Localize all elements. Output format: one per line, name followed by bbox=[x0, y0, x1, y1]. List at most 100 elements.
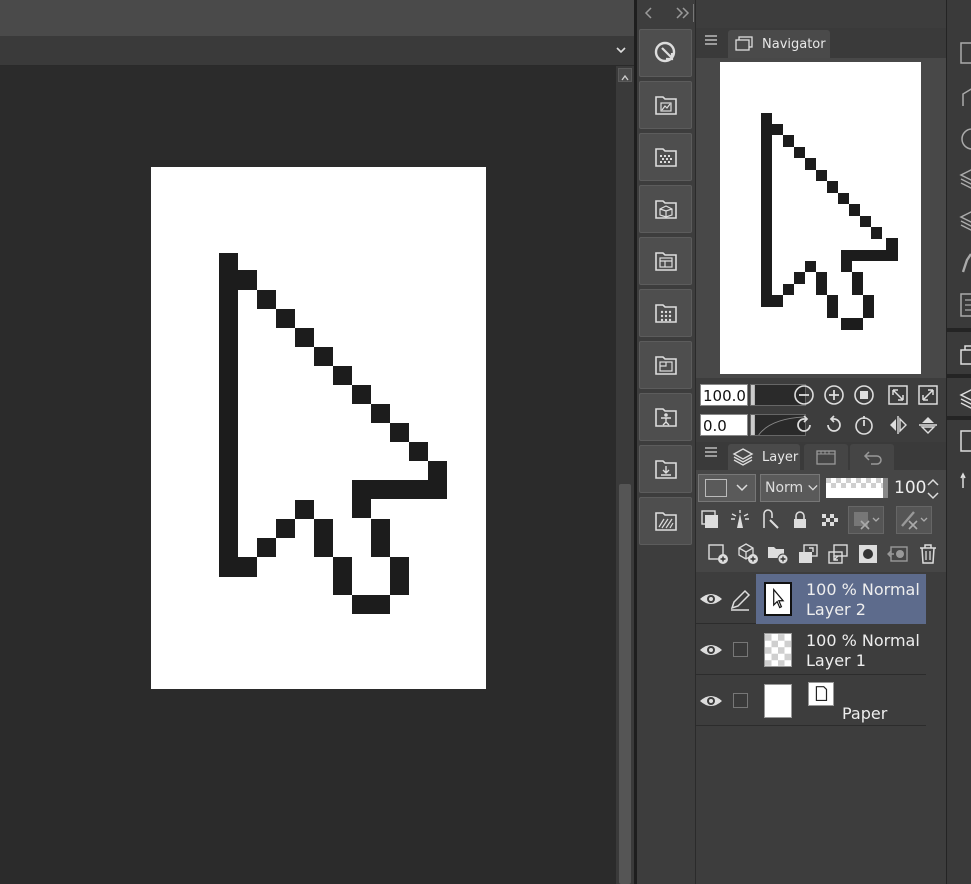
pixel-cursor-drawing bbox=[219, 253, 447, 614]
layer-row-paper[interactable]: Paper bbox=[696, 676, 926, 726]
material-pattern-palette-icon[interactable] bbox=[639, 289, 692, 337]
sub-view-palette-icon[interactable] bbox=[639, 81, 692, 129]
lock-layer-icon[interactable] bbox=[788, 508, 812, 532]
layer-tab-label: Layer bbox=[762, 449, 799, 465]
sub-tool-detail-icon[interactable] bbox=[959, 40, 971, 66]
opacity-slider[interactable] bbox=[826, 478, 888, 498]
material-download-palette-icon[interactable] bbox=[639, 445, 692, 493]
navigator-preview[interactable] bbox=[720, 62, 921, 374]
layer-property-icon[interactable] bbox=[959, 428, 971, 454]
chevron-down-icon[interactable] bbox=[614, 41, 628, 59]
layer-stack-icon[interactable] bbox=[959, 386, 971, 412]
scroll-up-icon[interactable] bbox=[618, 68, 632, 82]
clip-to-layer-below-icon[interactable] bbox=[698, 508, 722, 532]
layer-row-layer-2[interactable]: 100 % Normal Layer 2 bbox=[696, 574, 926, 624]
strip-divider bbox=[947, 374, 971, 378]
canvas-title-bar bbox=[0, 0, 634, 36]
layer-toolbar: Norm 100 bbox=[696, 470, 946, 572]
navigator-controls: 100.0 0.0 bbox=[696, 378, 946, 440]
layer-info[interactable]: Paper bbox=[756, 676, 926, 726]
flip-horizontal-icon[interactable] bbox=[886, 413, 910, 437]
tab-layer[interactable]: Layer bbox=[728, 444, 800, 470]
new-vector-layer-icon[interactable] bbox=[736, 542, 760, 566]
rotate-left-icon[interactable] bbox=[792, 413, 816, 437]
layer-info[interactable]: 100 % Normal Layer 2 bbox=[756, 574, 926, 624]
layers-icon[interactable] bbox=[959, 166, 971, 192]
eye-icon[interactable] bbox=[698, 689, 724, 713]
layer-info[interactable]: 100 % Normal Layer 1 bbox=[756, 625, 926, 675]
tab-animation[interactable] bbox=[804, 444, 848, 470]
hamburger-menu-icon[interactable] bbox=[704, 34, 718, 49]
layer-thumbnail bbox=[764, 582, 792, 616]
opacity-value[interactable]: 100 bbox=[894, 478, 926, 498]
tab-history[interactable] bbox=[850, 444, 894, 470]
navigator-palette-icon[interactable] bbox=[639, 29, 692, 77]
rotate-value-field[interactable]: 0.0 bbox=[700, 414, 748, 436]
navigator-body bbox=[696, 58, 946, 378]
transparent-layer-thumbnail bbox=[764, 633, 792, 667]
reset-rotation-icon[interactable] bbox=[852, 413, 876, 437]
draft-layer-icon[interactable] bbox=[758, 508, 782, 532]
opacity-stepper[interactable] bbox=[926, 476, 940, 502]
strip-divider bbox=[947, 328, 971, 332]
zoom-value-field[interactable]: 100.0 bbox=[700, 384, 748, 406]
material-texture-palette-icon[interactable] bbox=[639, 497, 692, 545]
layer-color-swatch bbox=[705, 479, 727, 497]
navigator-alt-icon[interactable] bbox=[959, 344, 971, 370]
paper-layer-thumbnail bbox=[764, 684, 792, 718]
fit-to-navigator-icon[interactable] bbox=[916, 383, 940, 407]
merge-with-layer-below-icon[interactable] bbox=[826, 542, 850, 566]
tab-navigator[interactable]: Navigator bbox=[728, 30, 830, 58]
material-frame-palette-icon[interactable] bbox=[639, 341, 692, 389]
ruler-disable-button[interactable] bbox=[896, 506, 932, 534]
navigator-palette-header: Navigator bbox=[696, 28, 946, 58]
material-3d-palette-icon[interactable] bbox=[639, 185, 692, 233]
material-figure-palette-icon[interactable] bbox=[639, 393, 692, 441]
reference-layer-icon[interactable] bbox=[728, 508, 752, 532]
pencil-icon[interactable] bbox=[728, 586, 752, 612]
transfer-to-lower-layer-icon[interactable] bbox=[796, 542, 820, 566]
eye-icon[interactable] bbox=[698, 638, 724, 662]
color-set-icon[interactable] bbox=[959, 84, 971, 110]
mask-disable-button[interactable] bbox=[848, 506, 884, 534]
color-wheel-icon[interactable] bbox=[959, 126, 971, 152]
trash-icon[interactable] bbox=[916, 542, 940, 566]
canvas-paper[interactable] bbox=[151, 167, 486, 689]
layer-color-dropdown[interactable] bbox=[698, 474, 756, 502]
layers-alt-icon[interactable] bbox=[959, 208, 971, 234]
zoom-in-icon[interactable] bbox=[822, 383, 846, 407]
flip-vertical-icon[interactable] bbox=[916, 413, 940, 437]
fit-to-window-icon[interactable] bbox=[886, 383, 910, 407]
rotate-right-icon[interactable] bbox=[822, 413, 846, 437]
scroll-thumb[interactable] bbox=[619, 484, 631, 884]
document-icon[interactable] bbox=[959, 292, 971, 318]
zoom-out-icon[interactable] bbox=[792, 383, 816, 407]
film-icon bbox=[816, 450, 836, 465]
eye-icon[interactable] bbox=[698, 587, 724, 611]
layer-edit-checkbox[interactable] bbox=[733, 693, 748, 708]
undo-history-icon bbox=[863, 451, 882, 465]
brush-icon[interactable] bbox=[959, 250, 971, 276]
strip-divider bbox=[947, 416, 971, 420]
blend-mode-dropdown[interactable]: Norm bbox=[760, 474, 820, 502]
hamburger-menu-icon[interactable] bbox=[704, 446, 718, 461]
new-raster-layer-icon[interactable] bbox=[706, 542, 730, 566]
blend-mode-value: Norm bbox=[765, 480, 804, 496]
layer-edit-checkbox[interactable] bbox=[733, 642, 748, 657]
navigator-tab-icon bbox=[735, 36, 753, 51]
create-layer-mask-icon[interactable] bbox=[856, 542, 880, 566]
zoom-actual-size-icon[interactable] bbox=[852, 383, 876, 407]
layer-row-layer-1[interactable]: 100 % Normal Layer 1 bbox=[696, 625, 926, 675]
paper-icon bbox=[808, 682, 834, 706]
history-icon[interactable] bbox=[959, 470, 971, 496]
layer-name: Layer 2 bbox=[806, 600, 866, 619]
apply-mask-to-layer-icon[interactable] bbox=[886, 542, 910, 566]
canvas-vertical-scrollbar[interactable] bbox=[616, 66, 634, 884]
lock-transparent-pixels-icon[interactable] bbox=[818, 508, 842, 532]
new-layer-folder-icon[interactable] bbox=[766, 542, 790, 566]
material-tone-palette-icon[interactable] bbox=[639, 133, 692, 181]
palette-icon-column bbox=[637, 0, 695, 884]
layer-palette-header: Layer bbox=[696, 442, 946, 470]
layer-name: Layer 1 bbox=[806, 651, 866, 670]
material-layout-palette-icon[interactable] bbox=[639, 237, 692, 285]
